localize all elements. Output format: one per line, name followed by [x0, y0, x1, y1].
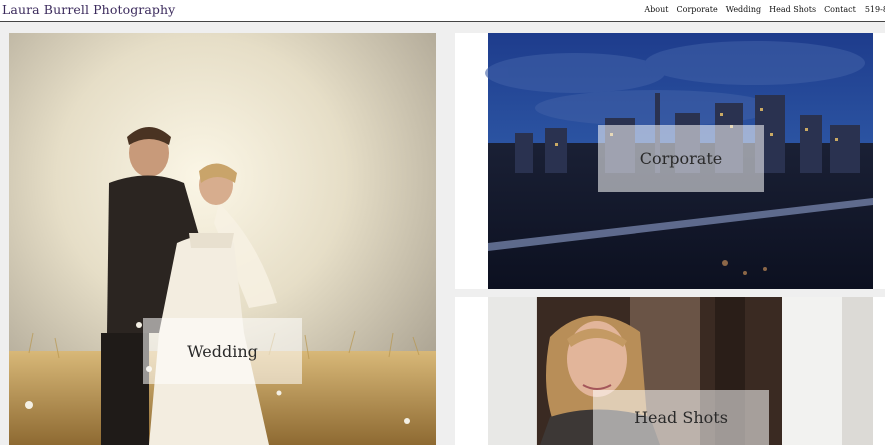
nav-phone[interactable]: 519-89 [865, 5, 885, 14]
wedding-label-box: Wedding [143, 318, 302, 384]
nav-corporate[interactable]: Corporate [677, 5, 718, 14]
wedding-label: Wedding [187, 341, 258, 361]
corporate-label: Corporate [639, 149, 723, 168]
headshots-tile[interactable]: Head Shots [455, 297, 885, 445]
nav-head-shots[interactable]: Head Shots [769, 5, 816, 14]
wedding-tile[interactable]: Wedding [9, 33, 436, 445]
headshots-label: Head Shots [634, 408, 728, 427]
site-header: Laura Burrell Photography About Corporat… [0, 0, 885, 22]
corporate-label-box: Corporate [598, 125, 764, 192]
nav-about[interactable]: About [644, 5, 668, 14]
nav-contact[interactable]: Contact [824, 5, 856, 14]
corporate-tile[interactable]: Corporate [455, 33, 885, 289]
portfolio-grid: Wedding Corporate Head Shots [0, 22, 885, 445]
headshots-label-box: Head Shots [593, 390, 769, 445]
nav-wedding[interactable]: Wedding [726, 5, 761, 14]
main-nav: About Corporate Wedding Head Shots Conta… [636, 5, 885, 14]
site-title[interactable]: Laura Burrell Photography [2, 2, 175, 17]
